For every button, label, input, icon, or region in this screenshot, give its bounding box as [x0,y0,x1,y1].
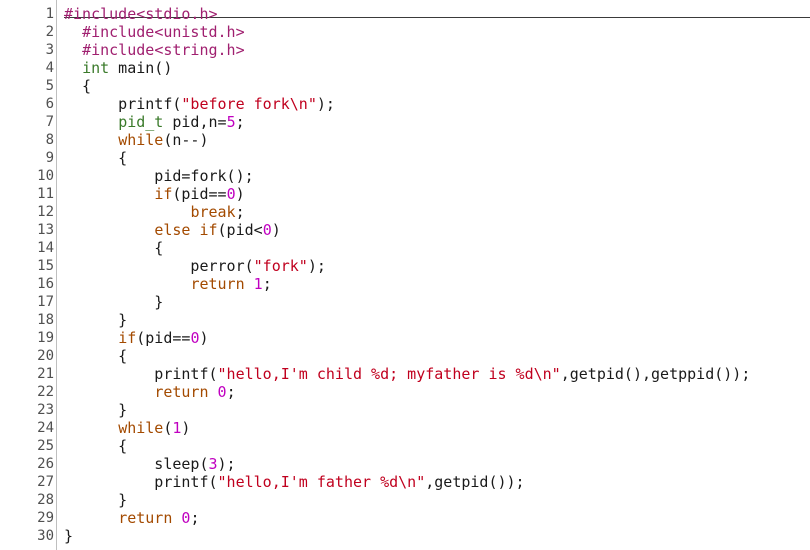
line-number: 7 [45,114,54,130]
code-line[interactable]: 28 } [0,491,810,509]
code-line[interactable]: 22 return 0; [0,383,810,401]
code-line[interactable]: 12 break; [0,203,810,221]
code-text[interactable]: { [64,239,163,257]
line-number: 21 [37,366,54,382]
code-text[interactable]: #include<string.h> [64,41,245,59]
line-number: 3 [45,42,54,58]
code-text[interactable]: } [64,293,163,311]
code-line[interactable]: 16 return 1; [0,275,810,293]
line-number: 17 [37,294,54,310]
code-text[interactable]: if(pid==0) [64,329,208,347]
code-line[interactable]: 29 return 0; [0,509,810,527]
line-number: 26 [37,456,54,472]
line-number: 24 [37,420,54,436]
code-text[interactable]: printf("before fork\n"); [64,95,335,113]
line-number: 22 [37,384,54,400]
line-number: 12 [37,204,54,220]
code-line[interactable]: 13 else if(pid<0) [0,221,810,239]
code-text[interactable]: break; [64,203,244,221]
code-text[interactable]: pid=fork(); [64,167,253,185]
code-area[interactable]: 1 #include<stdio.h> 2 #include<unistd.h> 3 … [0,5,810,545]
line-number: 16 [37,276,54,292]
code-line[interactable]: 6 printf("before fork\n"); [0,95,810,113]
line-number: 27 [37,474,54,490]
line-number: 9 [45,150,54,166]
line-number: 20 [37,348,54,364]
code-text[interactable]: { [64,149,127,167]
code-text[interactable]: { [64,347,127,365]
line-number: 5 [45,78,54,94]
code-line[interactable]: 7 pid_t pid,n=5; [0,113,810,131]
code-text[interactable]: { [64,77,91,95]
line-number: 11 [37,186,54,202]
code-text[interactable]: } [64,527,73,545]
line-number: 10 [37,168,54,184]
code-line[interactable]: 15 perror("fork"); [0,257,810,275]
code-line[interactable]: 5 { [0,77,810,95]
line-number: 18 [37,312,54,328]
line-number: 23 [37,402,54,418]
code-text[interactable]: } [64,491,127,509]
code-text[interactable]: printf("hello,I'm child %d; myfather is … [64,365,750,383]
code-line[interactable]: 21 printf("hello,I'm child %d; myfather … [0,365,810,383]
code-editor[interactable]: 1 #include<stdio.h> 2 #include<unistd.h> 3 … [0,0,810,550]
code-text[interactable]: while(1) [64,419,190,437]
code-text[interactable]: else if(pid<0) [64,221,280,239]
code-text[interactable]: printf("hello,I'm father %d\n",getpid())… [64,473,524,491]
code-line[interactable]: 19 if(pid==0) [0,329,810,347]
line-number: 29 [37,510,54,526]
code-line[interactable]: 18 } [0,311,810,329]
code-text[interactable]: return 1; [64,275,271,293]
code-line[interactable]: 1 #include<stdio.h> [0,5,810,23]
line-number: 19 [37,330,54,346]
line-number: 25 [37,438,54,454]
line-number: 15 [37,258,54,274]
code-text[interactable]: return 0; [64,383,235,401]
code-text[interactable]: } [64,401,127,419]
line-number: 6 [45,96,54,112]
code-line[interactable]: 17 } [0,293,810,311]
code-text[interactable]: return 0; [64,509,199,527]
code-text[interactable]: while(n--) [64,131,208,149]
code-line[interactable]: 20 { [0,347,810,365]
code-line[interactable]: 3 #include<string.h> [0,41,810,59]
code-text[interactable]: int main() [64,59,172,77]
code-text[interactable]: { [64,437,127,455]
line-number: 8 [45,132,54,148]
line-number: 1 [45,6,54,22]
line-number: 28 [37,492,54,508]
line-number: 2 [45,24,54,40]
code-line[interactable]: 11 if(pid==0) [0,185,810,203]
code-line[interactable]: 25 { [0,437,810,455]
code-line[interactable]: 10 pid=fork(); [0,167,810,185]
code-line[interactable]: 26 sleep(3); [0,455,810,473]
code-text[interactable]: #include<unistd.h> [64,23,245,41]
line-number: 4 [45,60,54,76]
line-number: 13 [37,222,54,238]
code-text[interactable]: } [64,311,127,329]
code-line[interactable]: 8 while(n--) [0,131,810,149]
code-line[interactable]: 2 #include<unistd.h> [0,23,810,41]
line-number: 14 [37,240,54,256]
code-text[interactable]: if(pid==0) [64,185,244,203]
code-line[interactable]: 30} [0,527,810,545]
code-text[interactable]: sleep(3); [64,455,235,473]
line-number: 30 [37,528,54,544]
code-text[interactable]: #include<stdio.h> [64,5,218,23]
code-line[interactable]: 23 } [0,401,810,419]
code-line[interactable]: 4 int main() [0,59,810,77]
code-text[interactable]: pid_t pid,n=5; [64,113,244,131]
code-line[interactable]: 27 printf("hello,I'm father %d\n",getpid… [0,473,810,491]
code-line[interactable]: 9 { [0,149,810,167]
code-line[interactable]: 24 while(1) [0,419,810,437]
code-line[interactable]: 14 { [0,239,810,257]
code-text[interactable]: perror("fork"); [64,257,325,275]
